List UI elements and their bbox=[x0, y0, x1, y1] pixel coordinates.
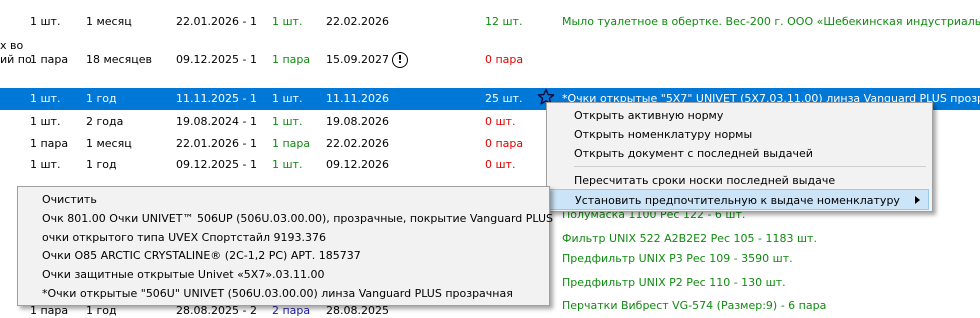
next-date-cell: 09.12.2026 bbox=[326, 158, 389, 171]
issued-qty-cell: 1 шт. bbox=[272, 92, 303, 105]
issued-cell: 09.12.2025 - 1 bbox=[176, 158, 257, 171]
period-cell: 18 месяцев bbox=[86, 53, 152, 66]
table-row[interactable]: 1 шт. 1 месяц 22.01.2026 - 1 1 шт. 22.02… bbox=[0, 11, 980, 33]
issued-qty-cell: 1 пара bbox=[272, 137, 311, 150]
menu-item-recalculate-wear-terms[interactable]: Пересчитать сроки носки последней выдаче bbox=[550, 170, 927, 191]
period-cell: 1 месяц bbox=[86, 15, 132, 28]
menu-item-open-active-norm[interactable]: Открыть активную норму bbox=[550, 105, 927, 126]
period-cell: 1 месяц bbox=[86, 137, 132, 150]
stock-cell: 25 шт. bbox=[485, 92, 523, 105]
issued-cell: 19.08.2024 - 1 bbox=[176, 115, 257, 128]
issued-cell: 11.11.2025 - 1 bbox=[176, 92, 257, 105]
stock-cell: 0 шт. bbox=[485, 158, 516, 171]
submenu-item-option[interactable]: *Очки открытые "506U" UNIVET (506U.03.00… bbox=[21, 283, 513, 304]
menu-separator bbox=[574, 166, 926, 167]
qty-cell: 1 шт. bbox=[30, 158, 61, 171]
menu-item-label: Установить предпочтительную к выдаче ном… bbox=[575, 194, 900, 207]
nomenclature-text: Предфильтр UNIX P3 Рес 109 - 3590 шт. bbox=[562, 252, 793, 265]
exclamation-circle-icon: ! bbox=[392, 52, 408, 68]
table-row[interactable]: 1 пара 18 месяцев 09.12.2025 - 1 1 пара … bbox=[0, 49, 980, 71]
qty-cell: 1 пара bbox=[30, 53, 69, 66]
period-cell: 1 год bbox=[86, 158, 117, 171]
stock-cell: 0 пара bbox=[485, 137, 524, 150]
stock-cell: 0 шт. bbox=[485, 115, 516, 128]
submenu: Очистить Очк 801.00 Очки UNIVET™ 506UP (… bbox=[17, 186, 553, 306]
issued-cell: 22.01.2026 - 1 bbox=[176, 15, 257, 28]
period-cell: 1 год bbox=[86, 92, 117, 105]
next-date-cell: 22.02.2026 bbox=[326, 15, 389, 28]
qty-cell: 1 шт. bbox=[30, 15, 61, 28]
next-date-cell: 15.09.2027 bbox=[326, 53, 389, 66]
menu-item-open-last-issue-document[interactable]: Открыть документ с последней выдачей bbox=[550, 143, 927, 164]
issued-qty-cell: 1 шт. bbox=[272, 15, 303, 28]
issued-qty-cell: 1 шт. bbox=[272, 115, 303, 128]
issued-qty-cell: 1 шт. bbox=[272, 158, 303, 171]
submenu-item-option[interactable]: Очки защитные открытые Univet «5Х7».03.1… bbox=[21, 264, 325, 285]
next-date-cell: 11.11.2026 bbox=[326, 92, 389, 105]
submenu-item-option[interactable]: Очк 801.00 Очки UNIVET™ 506UP (506U.03.0… bbox=[21, 208, 553, 229]
menu-item-open-norm-nomenclature[interactable]: Открыть номенклатуру нормы bbox=[550, 124, 927, 145]
submenu-arrow-icon bbox=[915, 196, 920, 204]
issued-qty-cell: 1 пара bbox=[272, 53, 311, 66]
submenu-item-clear[interactable]: Очистить bbox=[21, 189, 97, 210]
nomenclature-text: Фильтр UNIX 522 A2B2E2 Рес 105 - 1183 шт… bbox=[562, 232, 817, 245]
period-cell: 2 года bbox=[86, 115, 124, 128]
submenu-item-option[interactable]: Очки O85 ARCTIC CRYSTALINE® (2C-1,2 PC) … bbox=[21, 245, 361, 266]
stock-cell: 12 шт. bbox=[485, 15, 523, 28]
issued-cell: 22.01.2026 - 1 bbox=[176, 137, 257, 150]
next-date-cell: 19.08.2026 bbox=[326, 115, 389, 128]
next-date-cell: 22.02.2026 bbox=[326, 137, 389, 150]
nomenclature-text: Предфильтр UNIX P2 Рес 110 - 130 шт. bbox=[562, 276, 786, 289]
nomenclature-cell: Мыло туалетное в обертке. Вес-200 г. ООО… bbox=[562, 15, 980, 28]
stock-cell: 0 пара bbox=[485, 53, 524, 66]
nomenclature-text: Перчатки Вибрест VG-574 (Размер:9) - 6 п… bbox=[562, 299, 827, 312]
menu-item-set-preferred-nomenclature[interactable]: Установить предпочтительную к выдаче ном… bbox=[549, 189, 929, 210]
issued-cell: 09.12.2025 - 1 bbox=[176, 53, 257, 66]
qty-cell: 1 пара bbox=[30, 137, 69, 150]
qty-cell: 1 шт. bbox=[30, 115, 61, 128]
context-menu: Открыть активную норму Открыть номенклат… bbox=[546, 102, 933, 212]
qty-cell: 1 шт. bbox=[30, 92, 61, 105]
